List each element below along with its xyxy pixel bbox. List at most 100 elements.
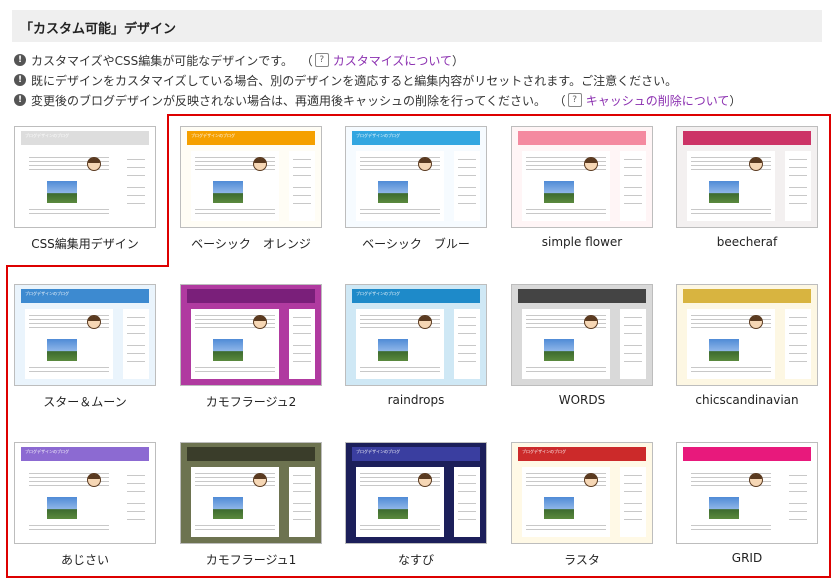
design-label[interactable]: chicscandinavian (676, 393, 818, 407)
thumbnail-post-area (191, 151, 279, 221)
customize-help-link[interactable]: カスタマイズについて (333, 52, 452, 69)
thumbnail-text-line (127, 491, 145, 492)
design-thumbnail[interactable]: ブログデザインのブログ (511, 442, 653, 544)
design-thumbnail[interactable] (676, 126, 818, 228)
design-label[interactable]: なすび (345, 551, 487, 568)
thumbnail-sidebar (785, 467, 811, 537)
customizable-highlight-bottom (6, 576, 831, 578)
thumbnail-text-line (195, 371, 275, 372)
thumbnail-text-line (458, 353, 476, 354)
thumbnail-header (187, 289, 315, 303)
section-header: 「カスタム可能」デザイン (12, 10, 822, 42)
design-label[interactable]: スター＆ムーン (14, 393, 156, 410)
thumbnail-text-line (789, 511, 807, 512)
design-thumbnail[interactable]: ブログデザインのブログ (14, 442, 156, 544)
note-3: ! 変更後のブログデザインが反映されない場合は、再適用後キャッシュの削除を行って… (14, 90, 741, 110)
customizable-highlight-top (167, 114, 831, 116)
thumbnail-post-area (356, 309, 444, 379)
thumbnail-text-line (29, 213, 109, 214)
design-thumbnail[interactable]: ブログデザインのブログ (345, 284, 487, 386)
design-thumbnail[interactable]: ブログデザインのブログ (345, 126, 487, 228)
design-thumbnail[interactable] (676, 442, 818, 544)
thumbnail-text-line (29, 529, 109, 530)
thumbnail-blog-title: ブログデザインのブログ (356, 449, 400, 454)
design-thumbnail[interactable] (676, 284, 818, 386)
thumbnail-avatar-icon (584, 315, 598, 329)
thumbnail-text-line (691, 525, 771, 526)
design-label[interactable]: raindrops (345, 393, 487, 407)
thumbnail-avatar-icon (418, 315, 432, 329)
thumbnail-mountain-photo (709, 181, 739, 203)
thumbnail-blog-title: ブログデザインのブログ (25, 449, 69, 454)
thumbnail-post-area (522, 309, 610, 379)
thumbnail-text-line (624, 511, 642, 512)
thumbnail-text-line (458, 345, 476, 346)
design-label[interactable]: beecheraf (676, 235, 818, 249)
thumbnail-text-line (293, 203, 311, 204)
thumbnail-mountain-photo (213, 339, 243, 361)
thumbnail-avatar-icon (749, 315, 763, 329)
cache-help-link[interactable]: キャッシュの削除について (586, 92, 730, 109)
design-label[interactable]: simple flower (511, 235, 653, 249)
thumbnail-text-line (458, 519, 476, 520)
thumbnail-blog-title: ブログデザインのブログ (25, 291, 69, 296)
thumbnail-text-line (624, 491, 642, 492)
thumbnail-sidebar (620, 309, 646, 379)
thumbnail-text-line (458, 317, 476, 318)
design-label[interactable]: あじさい (14, 551, 156, 568)
thumbnail-text-line (360, 213, 440, 214)
thumbnail-text-line (127, 325, 145, 326)
design-label[interactable]: CSS編集用デザイン (14, 235, 156, 252)
thumbnail-text-line (624, 519, 642, 520)
thumbnail-sidebar (620, 151, 646, 221)
thumbnail-post-area (687, 467, 775, 537)
thumbnail-post-area (687, 309, 775, 379)
thumbnail-header (187, 447, 315, 461)
thumbnail-text-line (691, 213, 771, 214)
thumbnail-text-line (624, 353, 642, 354)
thumbnail-text-line (293, 195, 311, 196)
design-thumbnail[interactable] (180, 442, 322, 544)
thumbnail-text-line (293, 167, 311, 168)
thumbnail-post-area (356, 151, 444, 221)
design-label[interactable]: ラスタ (511, 551, 653, 568)
thumbnail-header (518, 131, 646, 145)
design-thumbnail[interactable] (511, 284, 653, 386)
customizable-highlight-left-lower (6, 265, 8, 578)
thumbnail-header: ブログデザインのブログ (187, 131, 315, 145)
thumbnail-mountain-photo (47, 181, 77, 203)
thumbnail-text-line (458, 483, 476, 484)
thumbnail-post-area (25, 151, 113, 221)
note-text: カスタマイズやCSS編集が可能なデザインです。 (31, 53, 294, 68)
design-label[interactable]: カモフラージュ1 (180, 551, 322, 568)
thumbnail-sidebar (454, 309, 480, 379)
customizable-highlight-right (829, 114, 831, 578)
info-icon: ! (14, 94, 26, 106)
thumbnail-text-line (293, 187, 311, 188)
design-thumbnail[interactable]: ブログデザインのブログ (14, 126, 156, 228)
design-thumbnail[interactable]: ブログデザインのブログ (180, 126, 322, 228)
design-thumbnail[interactable] (511, 126, 653, 228)
thumbnail-text-line (293, 175, 311, 176)
thumbnail-avatar-icon (584, 157, 598, 171)
notes-list: ! カスタマイズやCSS編集が可能なデザインです。 （ ? カスタマイズについて… (14, 50, 741, 110)
design-thumbnail[interactable]: ブログデザインのブログ (345, 442, 487, 544)
thumbnail-text-line (127, 167, 145, 168)
thumbnail-mountain-photo (47, 339, 77, 361)
thumbnail-text-line (360, 371, 440, 372)
design-label[interactable]: WORDS (511, 393, 653, 407)
design-label[interactable]: ベーシック ブルー (345, 235, 487, 252)
help-icon: ? (567, 93, 582, 107)
thumbnail-mountain-photo (709, 339, 739, 361)
note-text: 既にデザインをカスタマイズしている場合、別のデザインを適応すると編集内容がリセッ… (31, 73, 678, 88)
design-thumbnail[interactable]: ブログデザインのブログ (14, 284, 156, 386)
design-thumbnail[interactable] (180, 284, 322, 386)
thumbnail-text-line (458, 475, 476, 476)
design-label[interactable]: ベーシック オレンジ (180, 235, 322, 252)
thumbnail-text-line (293, 483, 311, 484)
thumbnail-text-line (458, 187, 476, 188)
design-label[interactable]: GRID (676, 551, 818, 565)
thumbnail-header: ブログデザインのブログ (21, 131, 149, 145)
design-label[interactable]: カモフラージュ2 (180, 393, 322, 410)
thumbnail-header (518, 289, 646, 303)
